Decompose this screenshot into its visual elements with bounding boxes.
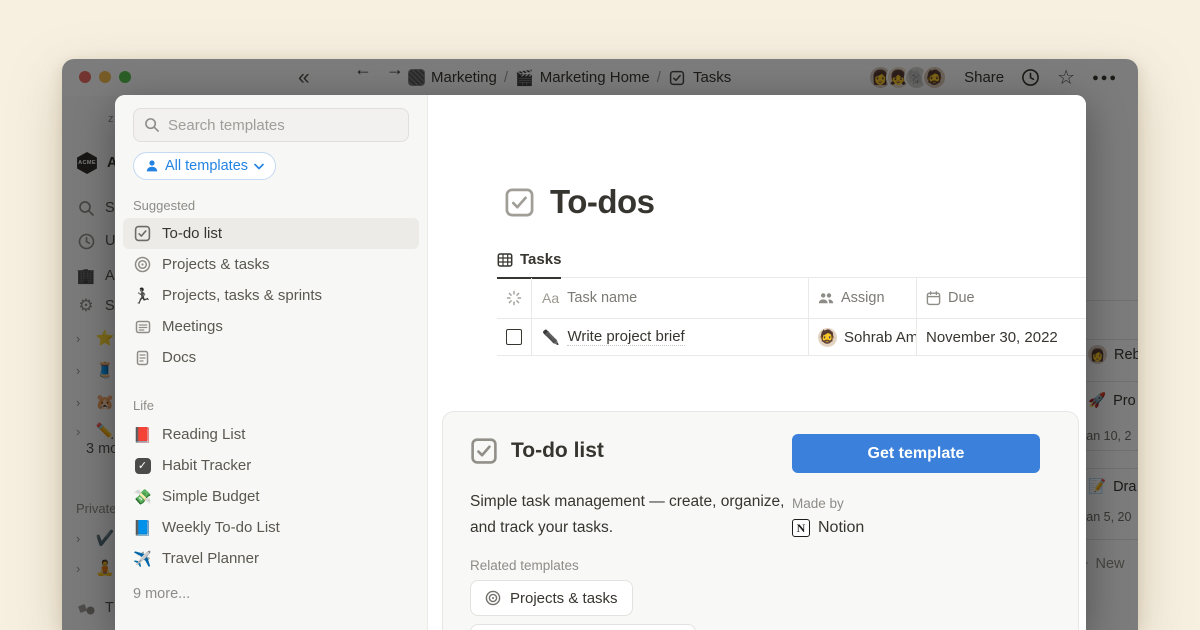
template-item-label: Weekly To-do List [162,519,280,536]
template-item-label: Projects, tasks & sprints [162,287,322,304]
template-item-label: Meetings [162,318,223,335]
dark-check-square-icon: ✓ [133,458,152,474]
template-item-travel-planner[interactable]: ✈️ Travel Planner [123,543,419,574]
search-input[interactable]: Search templates [133,108,409,142]
assignee-name: Sohrab Amin [844,329,917,346]
header-checkbox-column[interactable] [497,278,532,318]
assignee-avatar: 🧔 [818,328,837,347]
assignee-cell[interactable]: 🧔 Sohrab Amin [809,319,917,355]
people-icon [818,292,834,305]
template-item-habit-tracker[interactable]: ✓ Habit Tracker [123,450,419,481]
template-item-projects-tasks[interactable]: Projects & tasks [123,249,419,280]
column-label: Due [948,290,975,306]
template-item-label: Reading List [162,426,245,443]
template-item-label: Simple Budget [162,488,260,505]
filter-label: All templates [165,158,248,174]
template-info-card: To-do list Get template Simple task mana… [442,411,1079,630]
template-item-label: Projects & tasks [162,256,270,273]
template-gallery-modal: Search templates All templates Suggested… [115,95,1086,630]
preview-page-title: To-dos [504,183,655,221]
show-more-templates[interactable]: 9 more... [133,586,409,602]
column-label: Assign [841,290,885,306]
money-icon: 💸 [133,488,152,506]
pen-icon: ✏️ [542,329,559,346]
template-card-title: To-do list [511,439,604,463]
notion-logo-icon: N [792,519,810,537]
filter-all-templates-dropdown[interactable]: All templates [133,152,276,180]
document-icon [133,350,152,366]
meeting-notes-icon [133,319,152,335]
template-item-label: To-do list [162,225,222,242]
made-by-author[interactable]: N Notion [792,519,864,537]
checkbox-icon [470,437,498,465]
search-icon [144,117,160,133]
related-templates-label: Related templates [470,558,579,573]
row-checkbox[interactable] [506,329,522,345]
due-date: November 30, 2022 [926,329,1058,346]
get-template-button[interactable]: Get template [792,434,1040,473]
chevron-down-icon [254,163,264,170]
template-item-label: Docs [162,349,196,366]
column-label: Task name [567,290,637,306]
template-item-simple-budget[interactable]: 💸 Simple Budget [123,481,419,512]
person-icon [145,159,159,173]
made-by-label: Made by [792,496,844,511]
tab-tasks[interactable]: Tasks [497,251,561,279]
target-icon [133,256,152,273]
search-placeholder: Search templates [168,117,285,134]
section-header-life: Life [133,398,409,413]
page-title: To-dos [550,183,655,221]
header-assign[interactable]: Assign [809,278,917,318]
task-title: Write project brief [567,328,684,346]
template-item-label: Travel Planner [162,550,259,567]
author-name: Notion [818,519,864,537]
target-icon [485,590,501,606]
template-item-todo-list[interactable]: To-do list [123,218,419,249]
checkbox-icon [133,225,152,242]
template-list-panel: Search templates All templates Suggested… [115,95,428,630]
blue-book-icon: 📘 [133,519,152,537]
header-due[interactable]: Due [917,278,1086,318]
due-date-cell[interactable]: November 30, 2022 [917,319,1086,355]
related-template-pill-hidden[interactable] [470,624,696,630]
template-item-docs[interactable]: Docs [123,342,419,373]
text-property-icon: Aa [542,290,559,306]
airplane-icon: ✈️ [133,550,152,568]
table-row[interactable]: ✏️ Write project brief 🧔 Sohrab Amin Nov… [497,319,1086,356]
template-item-reading-list[interactable]: 📕 Reading List [123,419,419,450]
template-preview-panel: To-dos Tasks [428,95,1086,630]
header-task-name[interactable]: Aa Task name [532,278,809,318]
notion-window: « ← → Marketing / 🎬 Marketing Home / Tas… [62,59,1138,630]
template-item-label: Habit Tracker [162,457,251,474]
runner-icon: 🏃 [133,287,152,305]
task-name-cell[interactable]: ✏️ Write project brief [532,319,809,355]
template-description: Simple task management — create, organiz… [470,489,785,541]
view-tab-bar: Tasks [497,251,1086,278]
template-item-weekly-todo[interactable]: 📘 Weekly To-do List [123,512,419,543]
tasks-table: Aa Task name Assign Due [497,278,1086,356]
calendar-icon [926,291,941,306]
spinner-icon [506,290,522,306]
table-view-icon [497,252,513,268]
related-template-projects-tasks[interactable]: Projects & tasks [470,580,633,616]
tab-label: Tasks [520,251,561,268]
section-header-suggested: Suggested [133,198,409,213]
checkbox-icon [504,187,535,218]
template-item-projects-tasks-sprints[interactable]: 🏃 Projects, tasks & sprints [123,280,419,311]
table-header-row: Aa Task name Assign Due [497,278,1086,319]
red-book-icon: 📕 [133,426,152,444]
template-item-meetings[interactable]: Meetings [123,311,419,342]
related-template-label: Projects & tasks [510,590,618,607]
